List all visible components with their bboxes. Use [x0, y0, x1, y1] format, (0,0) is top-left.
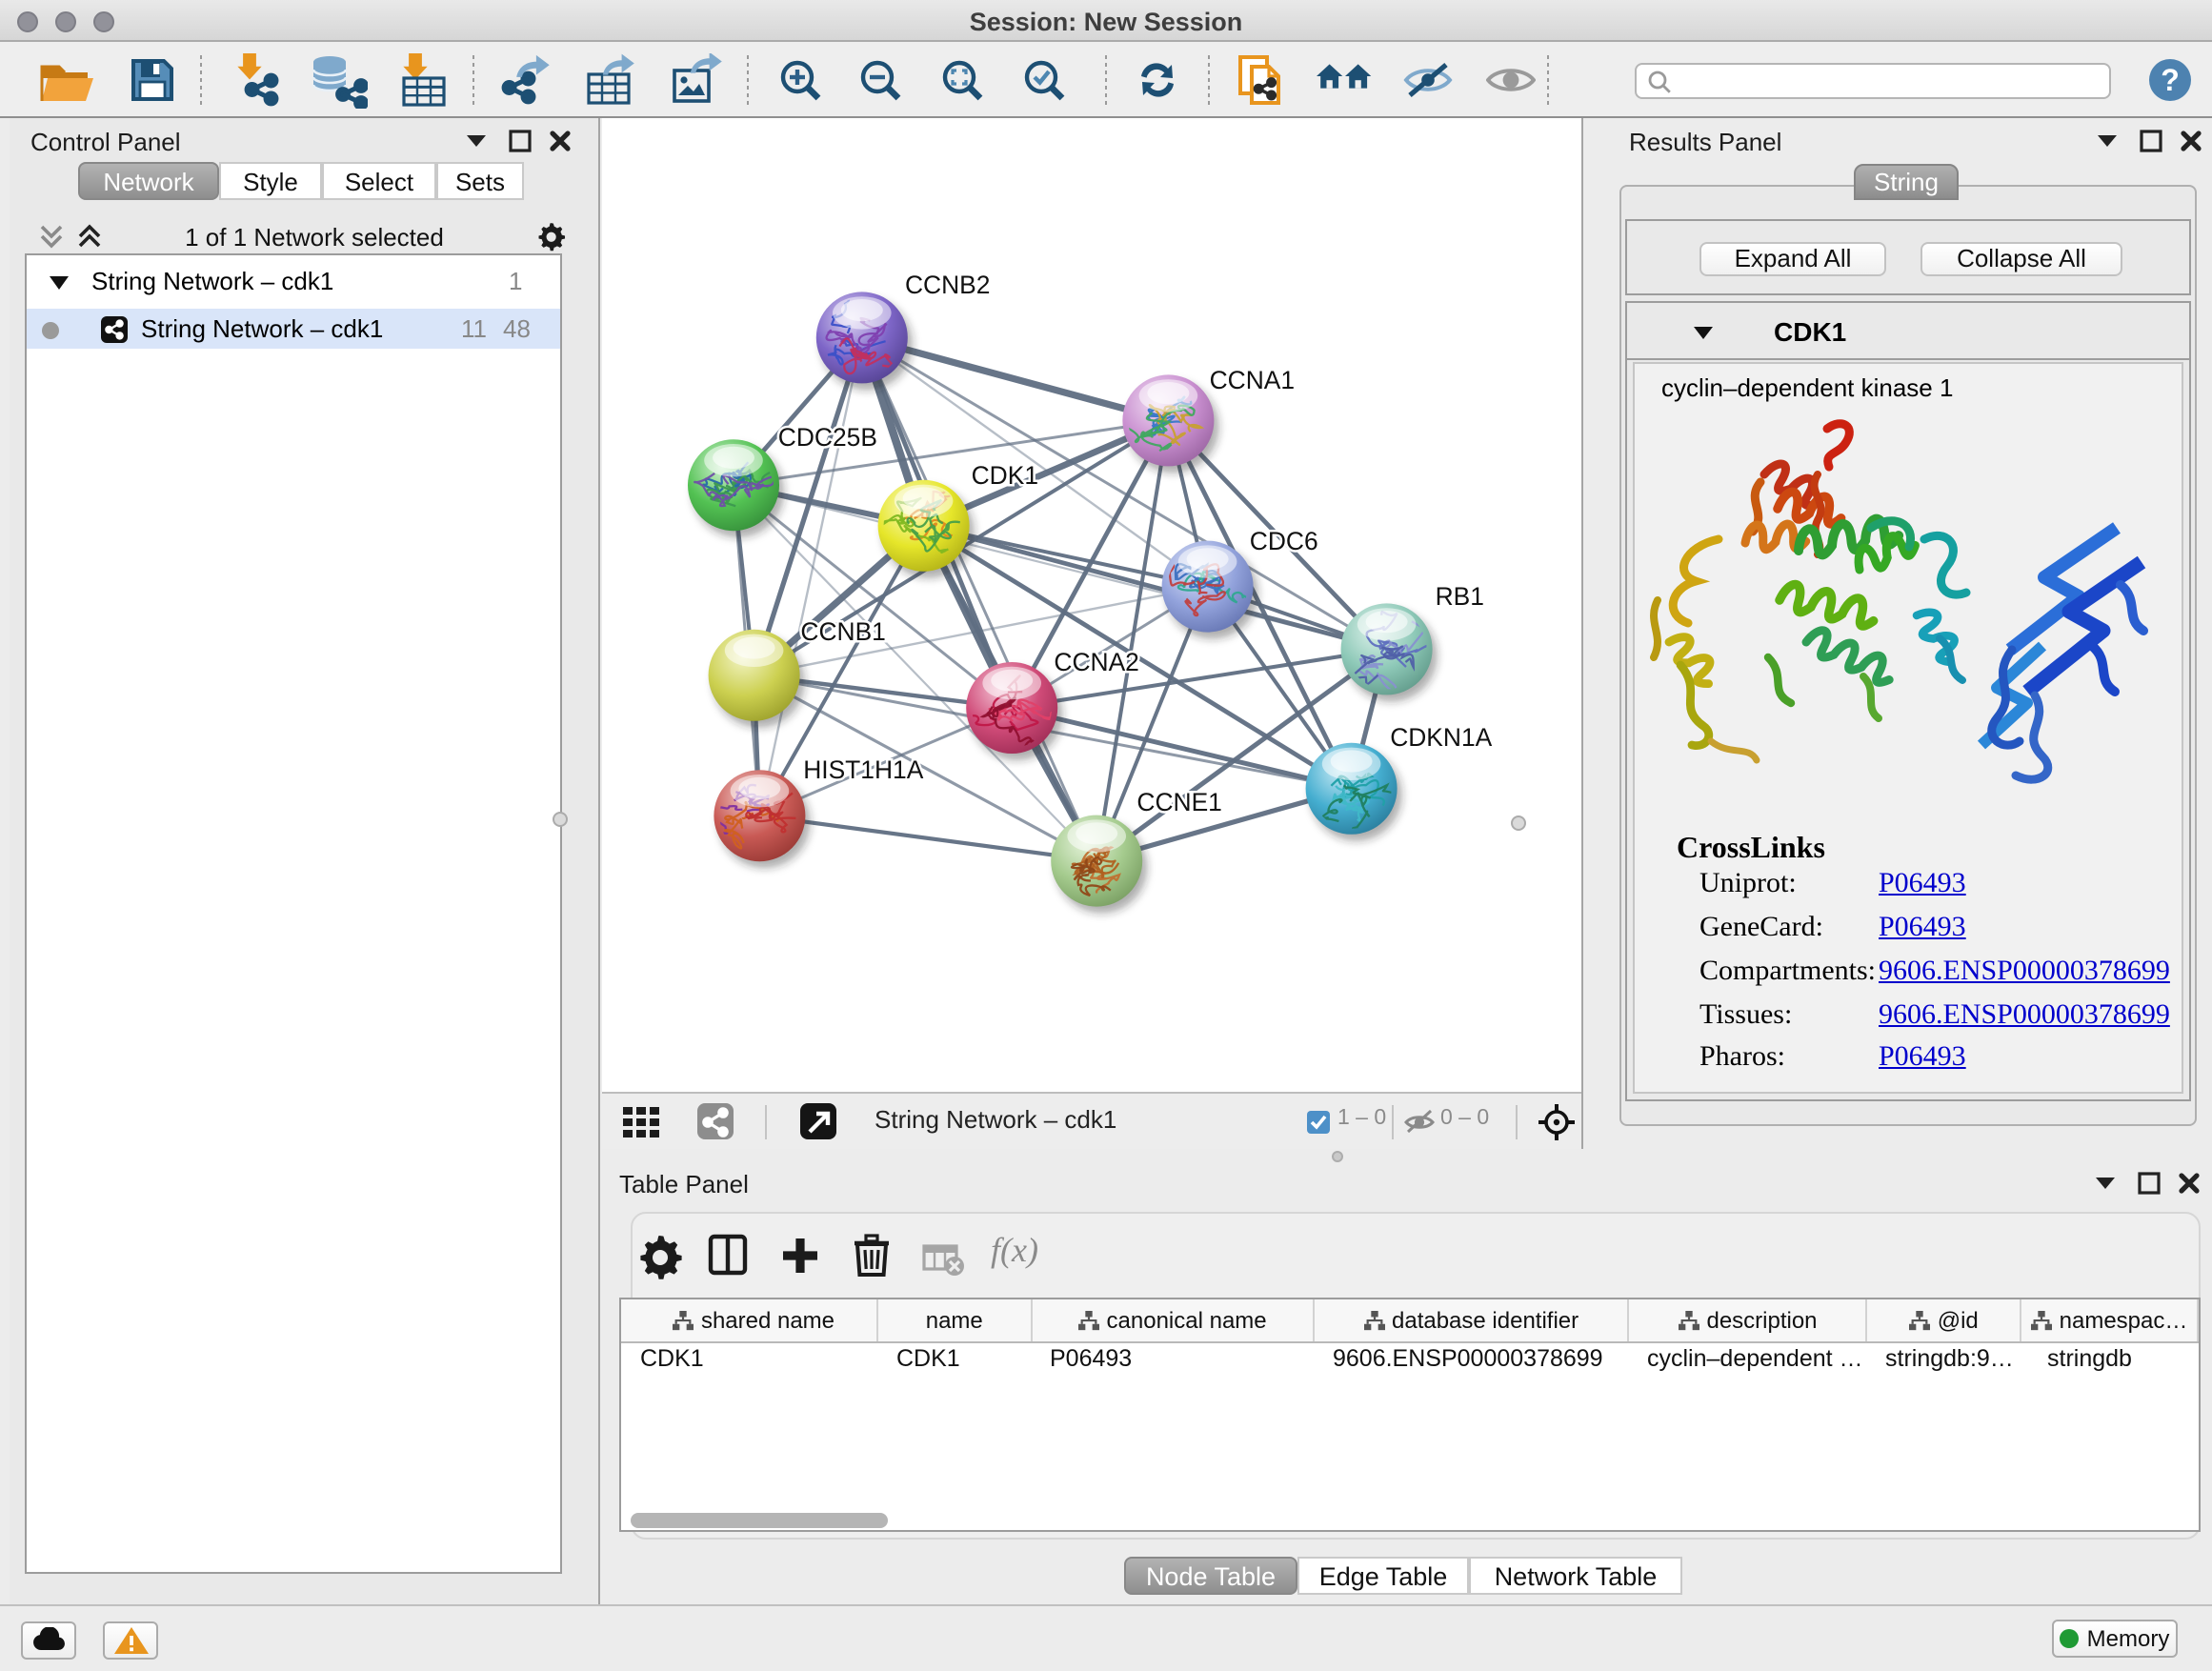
- svg-text:CCNE1: CCNE1: [1136, 788, 1221, 816]
- svg-text:CCNB2: CCNB2: [905, 271, 990, 299]
- svg-text:CDK1: CDK1: [972, 461, 1038, 490]
- svg-text:CCNB1: CCNB1: [800, 617, 885, 646]
- svg-text:CDKN1A: CDKN1A: [1390, 723, 1492, 752]
- svg-text:CCNA2: CCNA2: [1054, 648, 1138, 676]
- svg-text:CCNA1: CCNA1: [1210, 366, 1295, 394]
- svg-text:CDC25B: CDC25B: [778, 423, 877, 452]
- svg-text:?: ?: [2161, 63, 2180, 97]
- svg-text:HIST1H1A: HIST1H1A: [803, 755, 924, 784]
- svg-text:RB1: RB1: [1436, 582, 1484, 611]
- svg-text:CDC6: CDC6: [1250, 527, 1318, 555]
